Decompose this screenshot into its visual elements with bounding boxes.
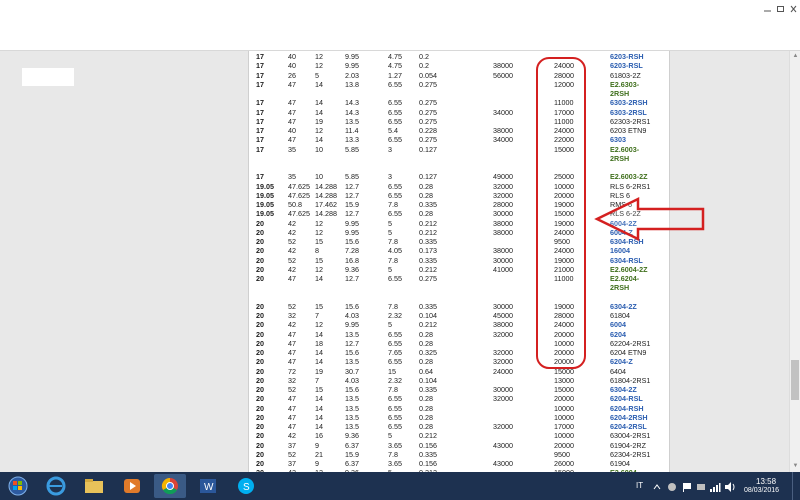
svg-text:W: W xyxy=(204,482,214,493)
skype-button[interactable]: S xyxy=(230,474,262,498)
skype-icon: S xyxy=(238,478,254,494)
tray-app-3[interactable] xyxy=(695,480,707,492)
speaker-icon xyxy=(725,482,735,492)
svg-text:S: S xyxy=(243,482,250,493)
file-explorer-button[interactable] xyxy=(78,474,110,498)
media-player-button[interactable] xyxy=(116,474,148,498)
google-chrome-icon xyxy=(161,477,178,495)
media-player-icon xyxy=(124,479,140,493)
clock-time[interactable]: 13:58 xyxy=(756,477,776,486)
language-indicator[interactable]: IT xyxy=(636,481,643,490)
chrome-tray-icon xyxy=(668,483,676,491)
microsoft-word-icon: W xyxy=(200,479,216,493)
clock-date[interactable]: 08/03/2016 xyxy=(744,487,779,494)
network-button[interactable] xyxy=(709,480,721,492)
tray-app-1[interactable] xyxy=(666,480,678,492)
folder-icon xyxy=(85,479,103,493)
show-desktop-button[interactable] xyxy=(792,472,800,500)
taskbar: W S IT 13:58 08/03/2016 xyxy=(0,472,800,500)
internet-explorer-icon xyxy=(46,476,66,496)
google-chrome-button[interactable] xyxy=(154,474,186,498)
pointer-arrow-icon xyxy=(594,196,705,242)
chevron-up-icon xyxy=(653,484,661,490)
windows-start-button[interactable] xyxy=(2,474,34,498)
device-icon xyxy=(697,484,705,490)
highlight-rounded-box xyxy=(536,57,586,369)
volume-button[interactable] xyxy=(724,480,736,492)
show-hidden-icons[interactable] xyxy=(652,480,662,492)
network-signal-icon xyxy=(710,483,721,492)
word-button[interactable]: W xyxy=(192,474,224,498)
flag-icon xyxy=(683,483,691,492)
internet-explorer-button[interactable] xyxy=(40,474,72,498)
tray-app-2[interactable] xyxy=(681,480,693,492)
windows-start-icon xyxy=(8,476,28,496)
annotation-overlay xyxy=(536,57,705,369)
